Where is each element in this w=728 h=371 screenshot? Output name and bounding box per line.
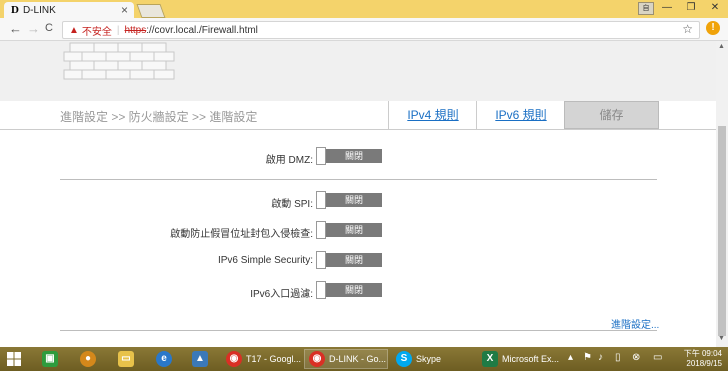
divider	[60, 179, 657, 180]
minimize-icon[interactable]: —	[660, 2, 674, 14]
address-bar[interactable]: ▲ 不安全 | https ://covr.local./Firewall.ht…	[62, 21, 700, 39]
windows-taskbar: ▣ ● ▭ e ▲ ◉ T17 - Googl... ◉ D-LINK - Go…	[0, 347, 728, 371]
start-button[interactable]	[6, 349, 22, 369]
toggle-state[interactable]: 關閉	[326, 149, 382, 163]
ipv6-simple-security-row: IPv6 Simple Security: 關閉	[0, 251, 716, 271]
dmz-setting-row: 啟用 DMZ: 關閉	[0, 147, 716, 167]
file-explorer-icon[interactable]: ▭	[118, 349, 138, 369]
reload-icon[interactable]: C	[45, 22, 53, 34]
clock[interactable]: 下午 09:04 2018/9/15	[672, 349, 722, 369]
scrollbar-thumb[interactable]	[718, 126, 726, 336]
toggle-state[interactable]: 關閉	[326, 193, 382, 207]
taskbar-app-excel[interactable]: X Microsoft Ex...	[482, 349, 562, 369]
bookmark-star-icon[interactable]: ☆	[682, 22, 693, 36]
browser-tab-dlink[interactable]: D D-LINK ×	[4, 2, 134, 18]
save-button[interactable]: 儲存	[564, 101, 659, 129]
status-icon[interactable]: ⊗	[632, 352, 640, 363]
chrome-icon: ◉	[226, 351, 242, 367]
ipv6-simple-security-toggle[interactable]: 關閉	[316, 251, 382, 269]
url-scheme: https	[124, 24, 147, 36]
dlink-favicon-icon: D	[11, 4, 19, 16]
ipv6-ingress-filter-toggle[interactable]: 關閉	[316, 281, 382, 299]
anti-spoof-label: 啟動防止假冒位址封包入侵檢查:	[170, 229, 313, 240]
windows-logo-icon	[7, 352, 21, 366]
section-header: 進階設定 >> 防火牆設定 >> 進階設定 IPv4 規則 IPv6 規則 儲存	[0, 101, 716, 130]
scroll-down-arrow-icon[interactable]: ▼	[718, 335, 725, 342]
excel-icon: X	[482, 351, 498, 367]
taskbar-app-label: D-LINK - Go...	[329, 354, 387, 364]
anti-spoof-toggle[interactable]: 關閉	[316, 221, 382, 239]
ipv6-simple-security-label: IPv6 Simple Security:	[217, 255, 313, 266]
toggle-knob[interactable]	[316, 221, 326, 239]
page-scrollbar[interactable]: ▲ ▼	[716, 41, 728, 347]
ipv6-ingress-filter-label: IPv6入口過濾:	[250, 289, 313, 300]
forward-icon[interactable]: →	[27, 21, 40, 36]
hero-banner	[0, 41, 716, 102]
taskbar-app-dlink[interactable]: ◉ D-LINK - Go...	[304, 349, 388, 369]
taskbar-app-label: T17 - Googl...	[246, 354, 302, 364]
address-toolbar: ← → C ▲ 不安全 | https ://covr.local./Firew…	[0, 18, 728, 41]
security-label[interactable]: 不安全	[82, 23, 112, 38]
divider: |	[116, 24, 120, 36]
user-profile-button[interactable]: 自	[638, 2, 654, 15]
new-tab-button[interactable]	[136, 4, 166, 18]
spi-setting-row: 啟動 SPI: 關閉	[0, 191, 716, 211]
close-window-icon[interactable]: ✕	[708, 2, 722, 14]
dmz-label: 啟用 DMZ:	[265, 155, 313, 166]
taskbar-app-skype[interactable]: S Skype	[396, 349, 472, 369]
tab-title: D-LINK	[22, 4, 56, 16]
scroll-up-arrow-icon[interactable]: ▲	[718, 43, 725, 50]
photos-icon[interactable]: ▲	[192, 349, 212, 369]
keyboard-icon[interactable]: ▭	[653, 352, 662, 363]
volume-icon[interactable]: ♪	[598, 352, 603, 363]
app-orange-icon[interactable]: ●	[80, 349, 100, 369]
taskbar-app-t17[interactable]: ◉ T17 - Googl...	[226, 349, 302, 369]
toggle-knob[interactable]	[316, 147, 326, 165]
tab-close-icon[interactable]: ×	[121, 3, 128, 17]
tray-overflow-icon[interactable]: ▴	[568, 352, 573, 363]
chrome-icon: ◉	[309, 351, 325, 367]
spi-toggle[interactable]: 關閉	[316, 191, 382, 209]
browser-titlebar: D D-LINK × 自 — ❐ ✕	[0, 0, 728, 18]
advanced-settings-link[interactable]: 進階設定...	[611, 316, 659, 331]
taskbar-app-label: Skype	[416, 354, 442, 364]
toggle-state[interactable]: 關閉	[326, 223, 382, 237]
ipv6-ingress-filter-row: IPv6入口過濾: 關閉	[0, 281, 716, 301]
url-text: ://covr.local./Firewall.html	[146, 24, 258, 36]
maximize-icon[interactable]: ❐	[684, 2, 698, 14]
network-icon[interactable]: ▯	[615, 352, 621, 363]
anti-spoof-setting-row: 啟動防止假冒位址封包入侵檢查: 關閉	[0, 221, 716, 241]
taskbar-app-label: Microsoft Ex...	[502, 354, 560, 364]
back-icon[interactable]: ←	[9, 21, 22, 36]
brick-wall-icon	[63, 42, 175, 80]
toggle-knob[interactable]	[316, 251, 326, 269]
page-content: 進階設定 >> 防火牆設定 >> 進階設定 IPv4 規則 IPv6 規則 儲存…	[0, 41, 716, 347]
clock-date: 2018/9/15	[686, 359, 722, 368]
internet-explorer-icon[interactable]: e	[156, 349, 176, 369]
divider	[60, 330, 657, 331]
warning-icon[interactable]: ▲	[69, 25, 79, 36]
breadcrumb: 進階設定 >> 防火牆設定 >> 進階設定	[60, 110, 258, 124]
spi-label: 啟動 SPI:	[271, 199, 313, 210]
tab-ipv4-rules[interactable]: IPv4 規則	[388, 101, 477, 129]
toggle-knob[interactable]	[316, 281, 326, 299]
toggle-state[interactable]: 關閉	[326, 253, 382, 267]
skype-icon: S	[396, 351, 412, 367]
tab-ipv6-rules[interactable]: IPv6 規則	[476, 101, 565, 129]
browser-menu-icon[interactable]: !	[706, 21, 720, 35]
store-icon[interactable]: ▣	[42, 349, 62, 369]
toggle-knob[interactable]	[316, 191, 326, 209]
toggle-state[interactable]: 關閉	[326, 283, 382, 297]
clock-time: 下午 09:04	[683, 349, 722, 358]
flag-icon[interactable]: ⚑	[583, 352, 592, 363]
dmz-toggle[interactable]: 關閉	[316, 147, 382, 165]
